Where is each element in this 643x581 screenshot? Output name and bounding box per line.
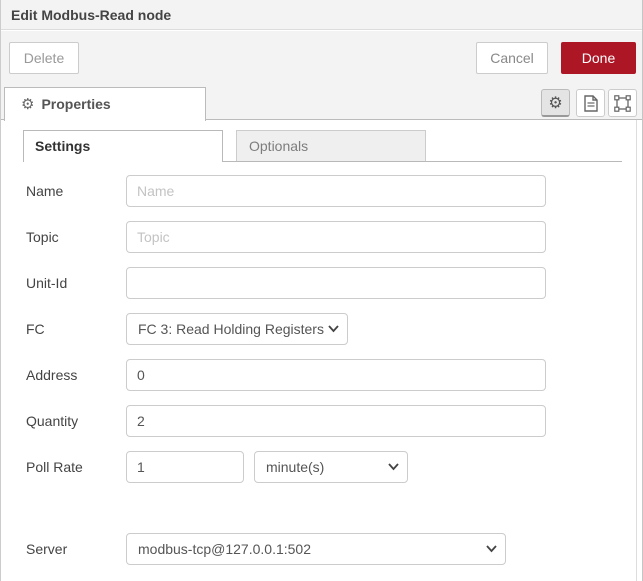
server-select[interactable]: modbus-tcp@127.0.0.1:502 (126, 533, 506, 565)
dialog-content: Settings Optionals Name Topic Unit-Id FC… (1, 120, 642, 581)
content-right-border (636, 120, 637, 581)
quantity-label: Quantity (26, 405, 78, 437)
done-button[interactable]: Done (561, 42, 636, 74)
tab-properties[interactable]: ⚙ Properties (4, 87, 206, 121)
chevron-down-icon (388, 463, 399, 471)
properties-tab-label: Properties (41, 96, 110, 112)
poll-rate-input[interactable] (126, 451, 244, 483)
topic-label: Topic (26, 221, 59, 253)
dialog-toolbar: Delete Cancel Done (1, 31, 642, 86)
edit-node-dialog: Edit Modbus-Read node Delete Cancel Done… (0, 0, 643, 581)
chevron-down-icon (486, 545, 497, 553)
unit-id-input[interactable] (126, 267, 546, 299)
poll-rate-label: Poll Rate (26, 451, 83, 483)
address-input[interactable] (126, 359, 546, 391)
address-label: Address (26, 359, 77, 391)
cancel-button[interactable]: Cancel (476, 42, 548, 74)
name-input[interactable] (126, 175, 546, 207)
poll-rate-unit-selected: minute(s) (266, 459, 324, 475)
tab-optionals[interactable]: Optionals (236, 130, 426, 161)
appearance-icon (614, 95, 631, 112)
tab-settings[interactable]: Settings (23, 130, 223, 162)
fc-select[interactable]: FC 3: Read Holding Registers (126, 313, 348, 345)
fc-label: FC (26, 313, 45, 345)
description-section-button[interactable] (576, 89, 605, 117)
gear-icon: ⚙ (548, 93, 562, 113)
server-selected-option: modbus-tcp@127.0.0.1:502 (138, 541, 311, 557)
unit-id-label: Unit-Id (26, 267, 67, 299)
poll-rate-unit-select[interactable]: minute(s) (254, 451, 408, 483)
name-label: Name (26, 175, 63, 207)
topic-input[interactable] (126, 221, 546, 253)
appearance-section-button[interactable] (608, 89, 637, 117)
properties-tab-bar: ⚙ Properties ⚙ (1, 86, 642, 120)
server-label: Server (26, 533, 67, 565)
fc-selected-option: FC 3: Read Holding Registers (138, 321, 324, 337)
dialog-title: Edit Modbus-Read node (1, 0, 642, 30)
delete-button[interactable]: Delete (9, 42, 79, 74)
document-icon (584, 95, 598, 112)
gear-icon: ⚙ (21, 96, 34, 113)
chevron-down-icon (328, 325, 339, 333)
properties-section-button[interactable]: ⚙ (541, 89, 570, 117)
quantity-input[interactable] (126, 405, 546, 437)
